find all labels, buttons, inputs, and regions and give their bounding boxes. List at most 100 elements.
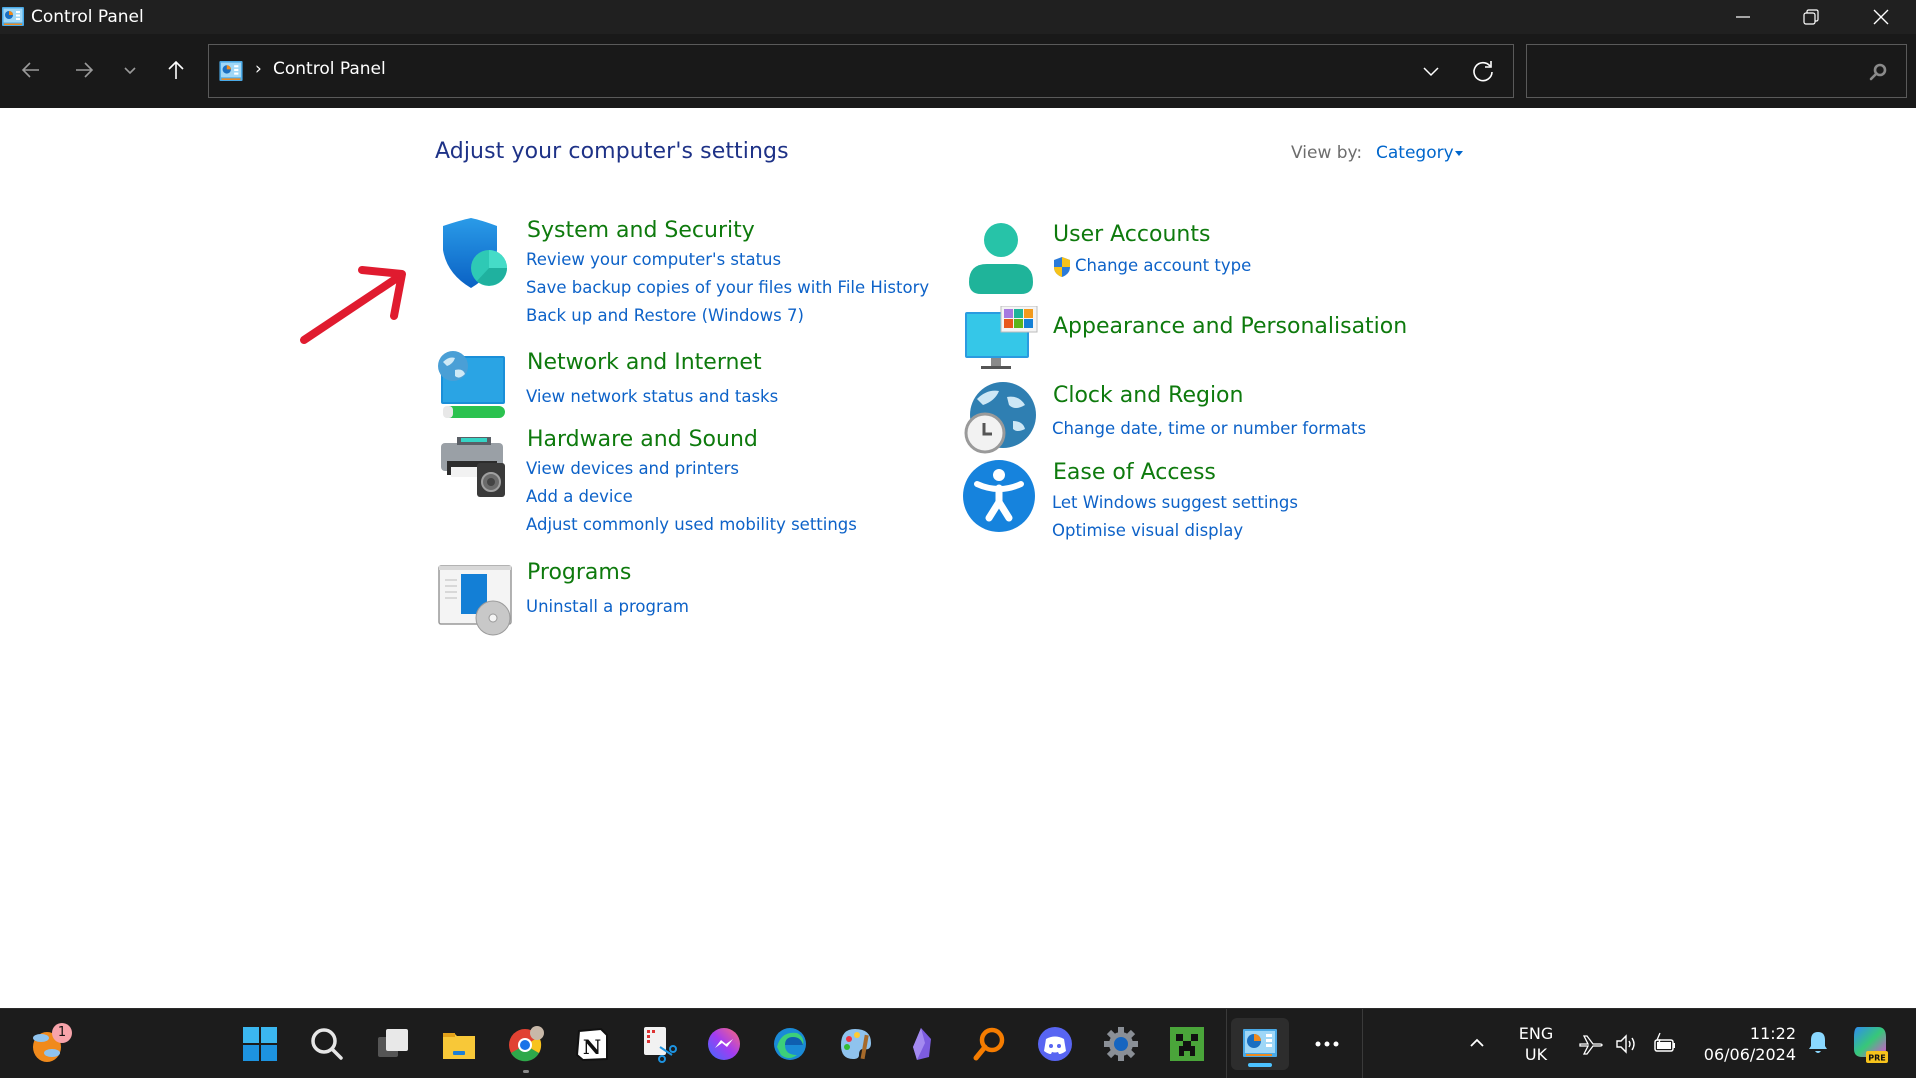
taskbar-discord[interactable] [1032, 1021, 1078, 1067]
minecraft-icon [1170, 1027, 1204, 1061]
taskbar-paint[interactable] [833, 1021, 879, 1067]
windows-start-icon [243, 1027, 277, 1061]
category-title-ease-of-access[interactable]: Ease of Access [1053, 460, 1216, 485]
category-title-appearance-and-personalisation[interactable]: Appearance and Personalisation [1053, 314, 1407, 339]
back-button[interactable] [13, 52, 49, 88]
link-review-computer-status[interactable]: Review your computer's status [526, 250, 781, 269]
input-language-indicator[interactable]: ENG UK [1516, 1023, 1556, 1065]
taskbar-search[interactable] [304, 1021, 350, 1067]
clock-date: 06/06/2024 [1703, 1045, 1796, 1064]
minimize-button[interactable] [1710, 0, 1776, 34]
uac-shield-icon [1054, 257, 1070, 277]
control-panel-icon [219, 61, 243, 81]
control-panel-content: Adjust your computer's settings View by:… [0, 108, 1916, 1008]
arrow-right-icon [76, 62, 94, 78]
link-add-device[interactable]: Add a device [526, 487, 633, 506]
system-clock[interactable]: 11:22 06/06/2024 [1690, 1023, 1796, 1065]
address-history-dropdown-icon[interactable] [1419, 59, 1443, 83]
svg-text:N: N [583, 1035, 601, 1059]
control-panel-icon [2, 7, 24, 26]
taskbar-chrome[interactable] [503, 1021, 549, 1073]
globe-clock-icon [964, 382, 1036, 454]
network-globe-icon [438, 351, 505, 418]
category-title-programs[interactable]: Programs [527, 560, 631, 585]
search-icon [311, 1028, 343, 1060]
recent-locations-button[interactable] [112, 52, 148, 88]
running-indicator [523, 1070, 529, 1073]
control-panel-icon [1243, 1029, 1277, 1057]
window-title: Control Panel [31, 7, 144, 27]
address-bar[interactable]: › Control Panel [208, 44, 1514, 98]
battery-charging-icon[interactable] [1652, 1031, 1678, 1057]
notion-icon: N [575, 1027, 608, 1062]
copilot-badge: PRE [1868, 1054, 1886, 1063]
taskbar-notion[interactable]: N [569, 1021, 615, 1067]
page-title: Adjust your computer's settings [435, 139, 789, 164]
taskbar-control-panel[interactable] [1231, 1018, 1289, 1070]
link-uninstall-program[interactable]: Uninstall a program [526, 597, 689, 616]
minimize-icon [1736, 16, 1750, 18]
chevron-up-icon[interactable] [1466, 1032, 1488, 1054]
snipping-tool-icon [644, 1027, 677, 1063]
search-box[interactable] [1526, 44, 1907, 98]
refresh-icon[interactable] [1469, 57, 1497, 85]
breadcrumb-control-panel[interactable]: Control Panel [273, 59, 386, 79]
chrome-icon [509, 1026, 544, 1062]
magnifier-orange-icon [973, 1027, 1005, 1061]
view-by-dropdown[interactable]: Category [1376, 143, 1454, 163]
taskbar-edge[interactable] [767, 1021, 813, 1067]
caret-down-icon[interactable] [1455, 151, 1463, 156]
up-button[interactable] [158, 52, 194, 88]
navigation-bar: › Control Panel [0, 34, 1916, 108]
taskbar-file-explorer[interactable] [436, 1021, 482, 1067]
programs-disc-icon [438, 565, 512, 636]
taskbar-settings[interactable] [1098, 1021, 1144, 1067]
airplane-icon[interactable] [1578, 1031, 1604, 1057]
link-network-status[interactable]: View network status and tasks [526, 387, 778, 406]
widgets-button[interactable]: 1 [24, 1021, 72, 1067]
link-change-account-type[interactable]: Change account type [1075, 256, 1251, 275]
taskbar-messenger[interactable] [701, 1021, 747, 1067]
taskbar-start[interactable] [237, 1021, 283, 1067]
folder-icon [443, 1033, 475, 1059]
link-windows-suggest-settings[interactable]: Let Windows suggest settings [1052, 493, 1298, 512]
taskbar-obsidian[interactable] [899, 1021, 945, 1067]
link-optimise-visual-display[interactable]: Optimise visual display [1052, 521, 1243, 540]
arrow-left-icon [21, 62, 39, 78]
link-date-time-formats[interactable]: Change date, time or number formats [1052, 419, 1366, 438]
taskbar-minecraft[interactable] [1164, 1021, 1210, 1067]
taskbar-overflow-button[interactable] [1304, 1021, 1350, 1067]
taskbar-everything-search[interactable] [966, 1021, 1012, 1067]
link-backup-restore[interactable]: Back up and Restore (Windows 7) [526, 306, 804, 325]
taskbar-snipping-tool[interactable] [636, 1021, 682, 1067]
volume-icon[interactable] [1614, 1031, 1640, 1057]
link-file-history[interactable]: Save backup copies of your files with Fi… [526, 278, 929, 297]
clock-time: 11:22 [1749, 1024, 1796, 1043]
category-title-user-accounts[interactable]: User Accounts [1053, 222, 1210, 247]
gear-icon [1104, 1027, 1138, 1061]
bell-icon[interactable] [1806, 1030, 1830, 1056]
search-input[interactable] [1535, 55, 1855, 87]
category-title-network-and-internet[interactable]: Network and Internet [527, 350, 762, 375]
taskbar-separator [1226, 1009, 1227, 1078]
taskbar: 1 N ENG UK 11:22 06/06/2024 PRE [0, 1008, 1916, 1078]
restore-icon [1803, 9, 1819, 25]
restore-button[interactable] [1778, 0, 1844, 34]
link-devices-printers[interactable]: View devices and printers [526, 459, 739, 478]
category-title-hardware-and-sound[interactable]: Hardware and Sound [527, 427, 758, 452]
close-icon [1873, 9, 1889, 25]
edge-icon [774, 1028, 806, 1060]
copilot-icon[interactable]: PRE [1850, 1023, 1890, 1065]
category-title-clock-and-region[interactable]: Clock and Region [1053, 383, 1243, 408]
close-button[interactable] [1848, 0, 1914, 34]
taskbar-task-view[interactable] [370, 1021, 416, 1067]
link-mobility-settings[interactable]: Adjust commonly used mobility settings [526, 515, 857, 534]
title-bar: Control Panel [0, 0, 1916, 34]
category-title-system-and-security[interactable]: System and Security [527, 218, 755, 243]
search-icon[interactable] [1868, 62, 1888, 82]
view-by-label: View by: [1291, 143, 1363, 163]
printer-speaker-icon [441, 437, 505, 497]
breadcrumb-separator[interactable]: › [255, 59, 262, 79]
language-code: ENG [1518, 1024, 1554, 1043]
forward-button[interactable] [66, 52, 102, 88]
